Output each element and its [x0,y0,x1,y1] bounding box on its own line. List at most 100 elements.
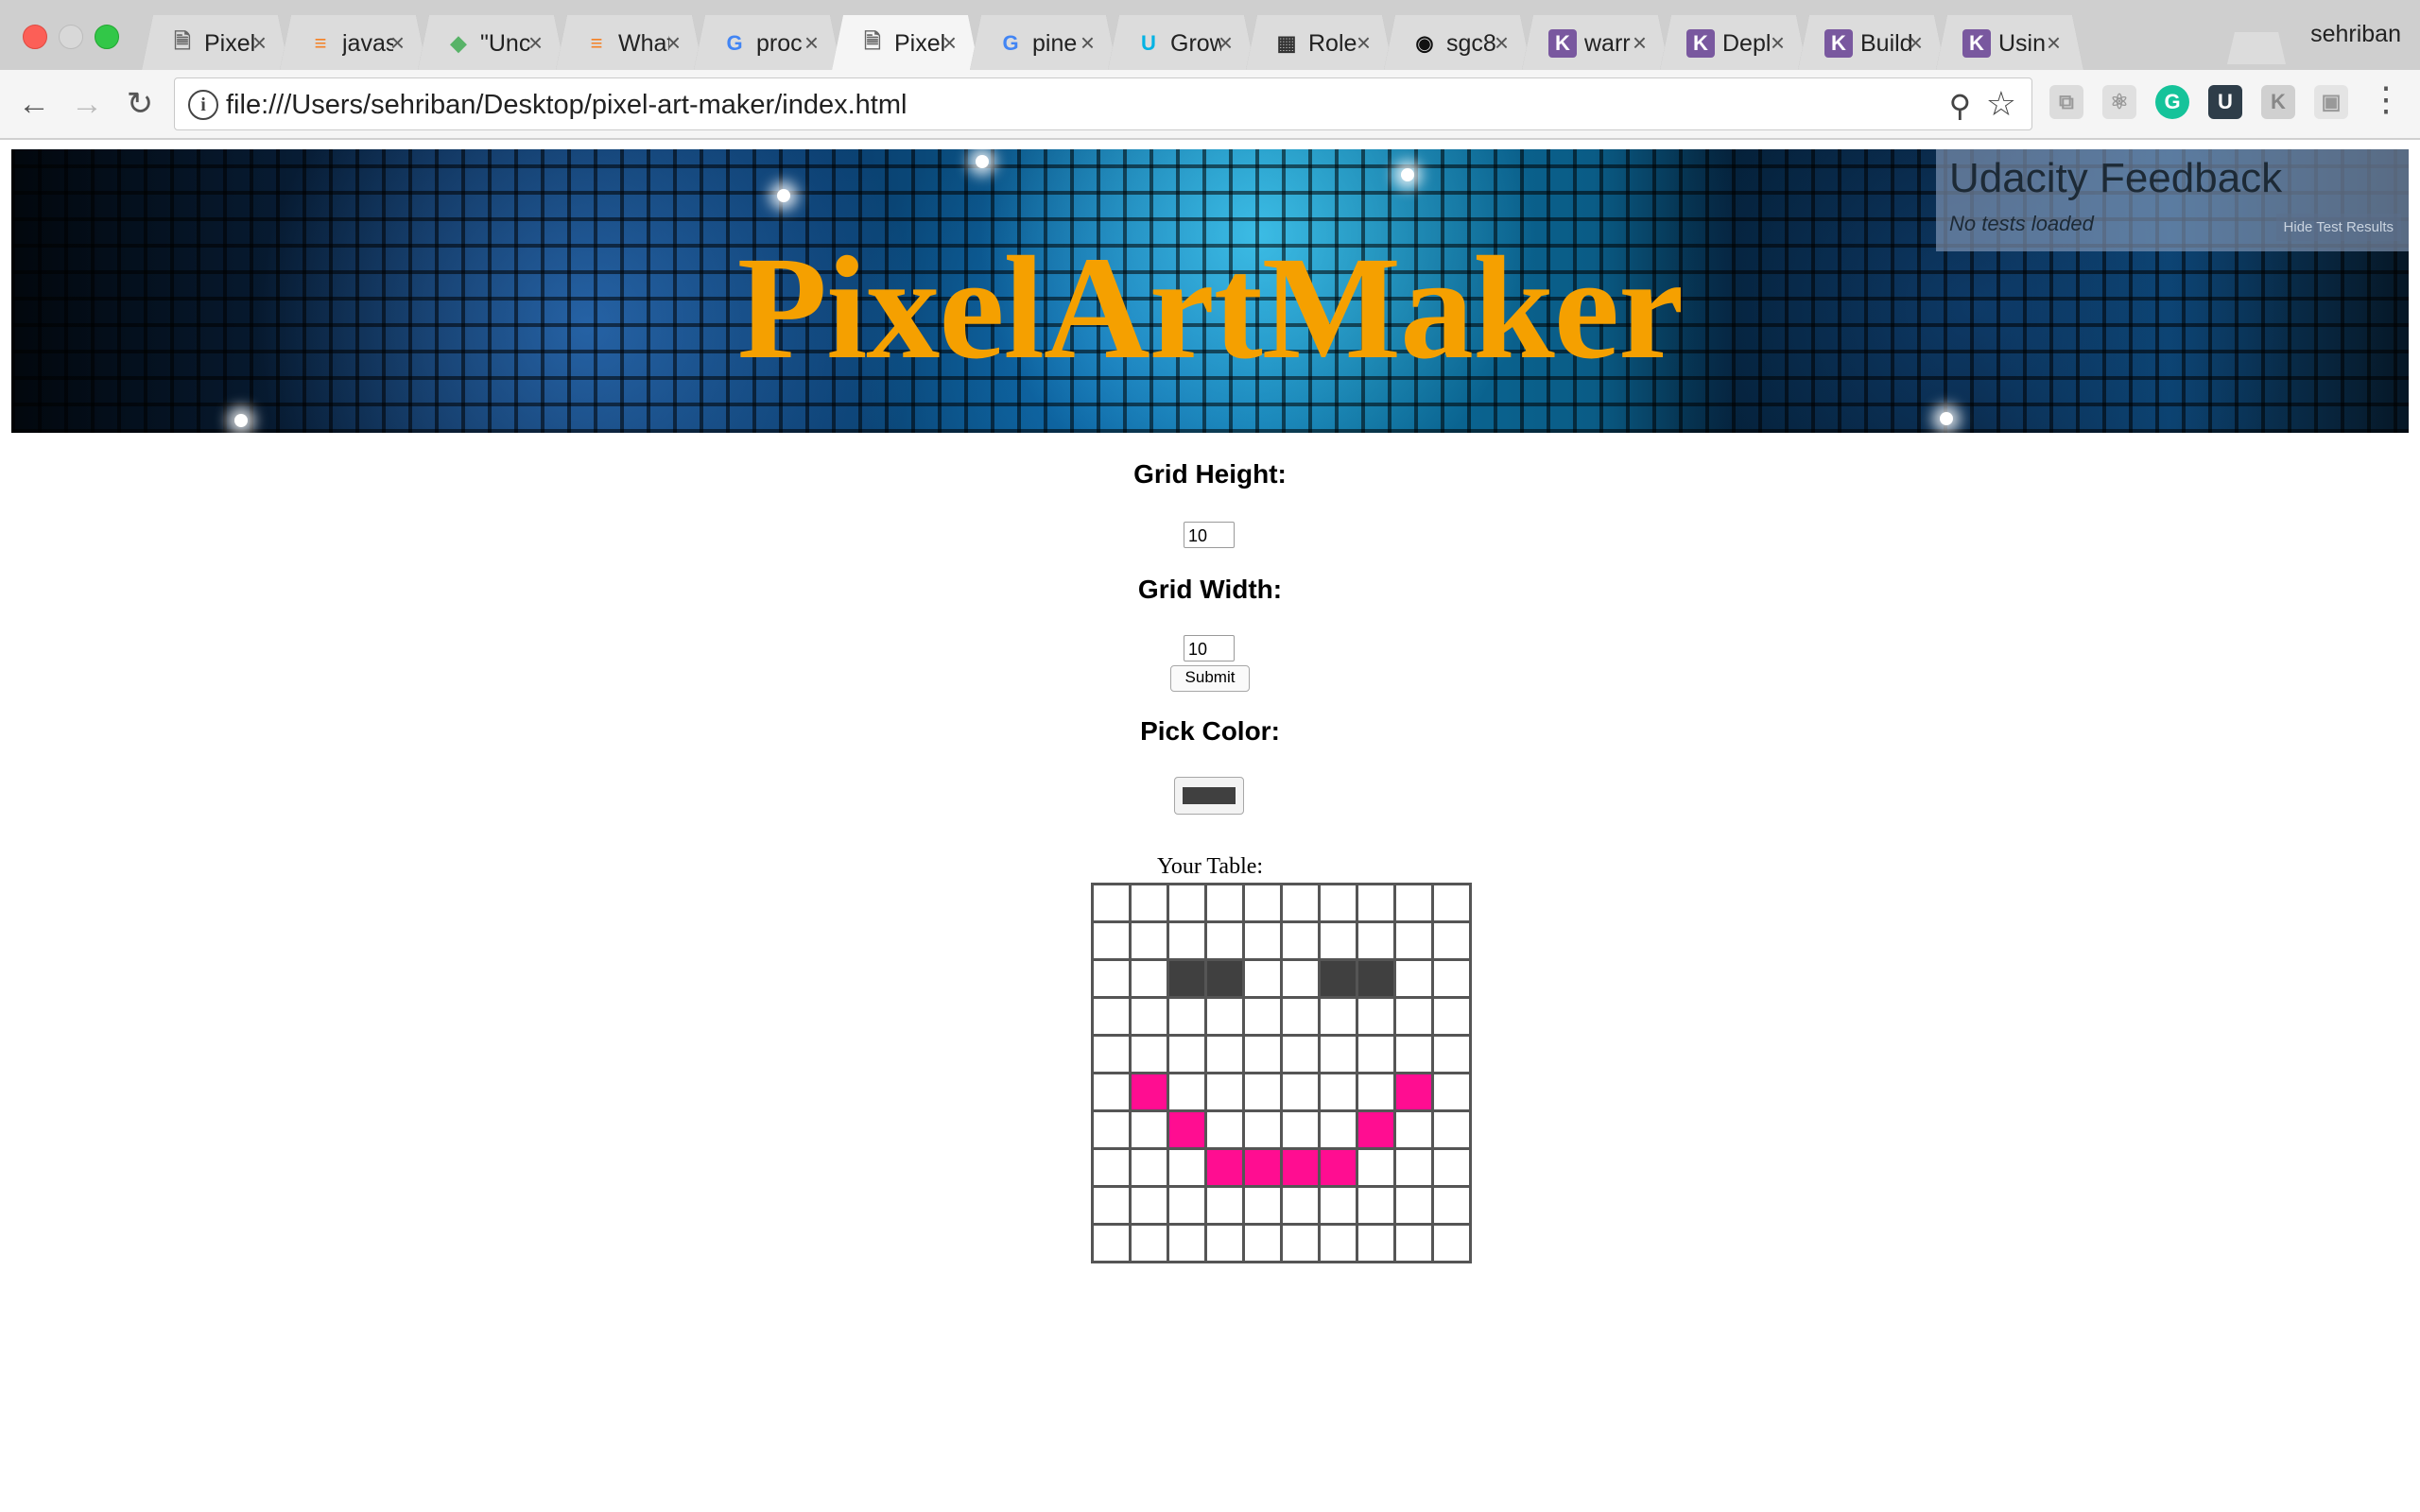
pixel-cell[interactable] [1280,1109,1321,1150]
pixel-cell[interactable] [1091,996,1132,1037]
pixel-cell[interactable] [1431,1147,1472,1188]
forward-button[interactable]: → [66,83,108,125]
pixel-cell[interactable] [1242,958,1283,999]
pixel-cell[interactable] [1129,1109,1169,1150]
pixel-canvas[interactable] [1091,883,1472,1263]
pixel-cell[interactable] [1318,996,1358,1037]
close-tab-icon[interactable]: × [1357,28,1371,58]
pixel-cell[interactable] [1167,1147,1207,1188]
pixel-cell[interactable] [1129,958,1169,999]
pixel-cell[interactable] [1129,920,1169,961]
grammarly-icon[interactable]: G [2155,85,2189,119]
close-tab-icon[interactable]: × [1771,28,1785,58]
heroku-extension-icon[interactable]: K [2261,85,2295,119]
pixel-cell[interactable] [1356,996,1396,1037]
pixel-cell[interactable] [1204,1072,1245,1112]
pixel-cell[interactable] [1280,1223,1321,1263]
pixel-cell[interactable] [1431,1034,1472,1074]
reload-button[interactable]: ↻ [119,83,161,125]
browser-tab[interactable]: ≡ What × [556,15,703,70]
close-window-button[interactable] [23,25,47,49]
close-tab-icon[interactable]: × [666,28,681,58]
pixel-cell[interactable] [1204,1185,1245,1226]
pixel-cell[interactable] [1091,1034,1132,1074]
pixel-cell[interactable] [1318,920,1358,961]
pixel-cell[interactable] [1393,920,1434,961]
minimize-window-button[interactable] [59,25,83,49]
close-tab-icon[interactable]: × [1080,28,1095,58]
pixel-cell[interactable] [1167,1223,1207,1263]
pixel-cell[interactable] [1091,958,1132,999]
pixel-cell[interactable] [1280,1034,1321,1074]
pixel-cell[interactable] [1167,958,1207,999]
pixel-cell[interactable] [1393,1223,1434,1263]
pixel-cell[interactable] [1091,883,1132,923]
screenshot-extension-icon[interactable]: ▣ [2314,85,2348,119]
extension-icon[interactable]: ⧉ [2049,85,2083,119]
browser-tab[interactable]: 🗎 Pixel × [142,15,289,70]
pixel-cell[interactable] [1431,996,1472,1037]
close-tab-icon[interactable]: × [390,28,405,58]
pixel-cell[interactable] [1280,920,1321,961]
browser-tab[interactable]: ◆ "Uncaught× [418,15,565,70]
info-icon[interactable]: i [188,90,218,120]
pixel-cell[interactable] [1318,1147,1358,1188]
pixel-cell[interactable] [1204,1109,1245,1150]
pixel-cell[interactable] [1356,1072,1396,1112]
pixel-cell[interactable] [1280,1185,1321,1226]
browser-menu-icon[interactable]: ⋮ [2369,79,2403,119]
profile-name[interactable]: sehriban [2310,21,2401,48]
browser-tab[interactable]: K Depl × [1660,15,1807,70]
pixel-cell[interactable] [1204,920,1245,961]
pixel-cell[interactable] [1204,958,1245,999]
pixel-cell[interactable] [1280,996,1321,1037]
pixel-cell[interactable] [1318,1185,1358,1226]
grid-width-input[interactable]: 10 [1184,635,1235,662]
pixel-cell[interactable] [1431,920,1472,961]
pixel-cell[interactable] [1242,1185,1283,1226]
new-tab-button[interactable] [2227,32,2286,64]
browser-tab[interactable]: 🗎 Pixel × [832,15,979,70]
pixel-cell[interactable] [1318,1223,1358,1263]
color-picker[interactable] [1174,777,1244,815]
back-button[interactable]: ← [13,83,55,125]
pixel-cell[interactable] [1318,958,1358,999]
pixel-cell[interactable] [1431,1109,1472,1150]
pixel-cell[interactable] [1431,1072,1472,1112]
zoom-icon[interactable]: ⚲ [1949,88,1971,124]
pixel-cell[interactable] [1129,1034,1169,1074]
maximize-window-button[interactable] [95,25,119,49]
pixel-cell[interactable] [1242,920,1283,961]
pixel-cell[interactable] [1167,996,1207,1037]
pixel-cell[interactable] [1167,1109,1207,1150]
pixel-cell[interactable] [1242,1147,1283,1188]
browser-tab[interactable]: K Usin × [1936,15,2083,70]
browser-tab[interactable]: ▦ Role × [1246,15,1393,70]
close-tab-icon[interactable]: × [1495,28,1509,58]
pixel-cell[interactable] [1431,883,1472,923]
close-tab-icon[interactable]: × [942,28,957,58]
submit-button[interactable]: Submit [1170,665,1250,692]
browser-tab[interactable]: ≡ javascript× [280,15,427,70]
close-tab-icon[interactable]: × [2047,28,2061,58]
browser-tab[interactable]: Gpine × [970,15,1117,70]
pixel-cell[interactable] [1393,958,1434,999]
browser-tab[interactable]: U Grow × [1108,15,1255,70]
pixel-cell[interactable] [1393,1147,1434,1188]
pixel-cell[interactable] [1204,1034,1245,1074]
close-tab-icon[interactable]: × [252,28,267,58]
pixel-cell[interactable] [1091,1185,1132,1226]
pixel-cell[interactable] [1204,1147,1245,1188]
pixel-cell[interactable] [1204,883,1245,923]
pixel-cell[interactable] [1242,883,1283,923]
pixel-cell[interactable] [1091,920,1132,961]
pixel-cell[interactable] [1242,1034,1283,1074]
pixel-cell[interactable] [1091,1109,1132,1150]
udacity-extension-icon[interactable]: U [2208,85,2242,119]
address-bar[interactable]: i file:///Users/sehriban/Desktop/pixel-a… [174,77,2032,130]
pixel-cell[interactable] [1356,1147,1396,1188]
pixel-cell[interactable] [1431,1223,1472,1263]
pixel-cell[interactable] [1129,883,1169,923]
pixel-cell[interactable] [1242,1223,1283,1263]
browser-tab[interactable]: Kwarr × [1522,15,1669,70]
